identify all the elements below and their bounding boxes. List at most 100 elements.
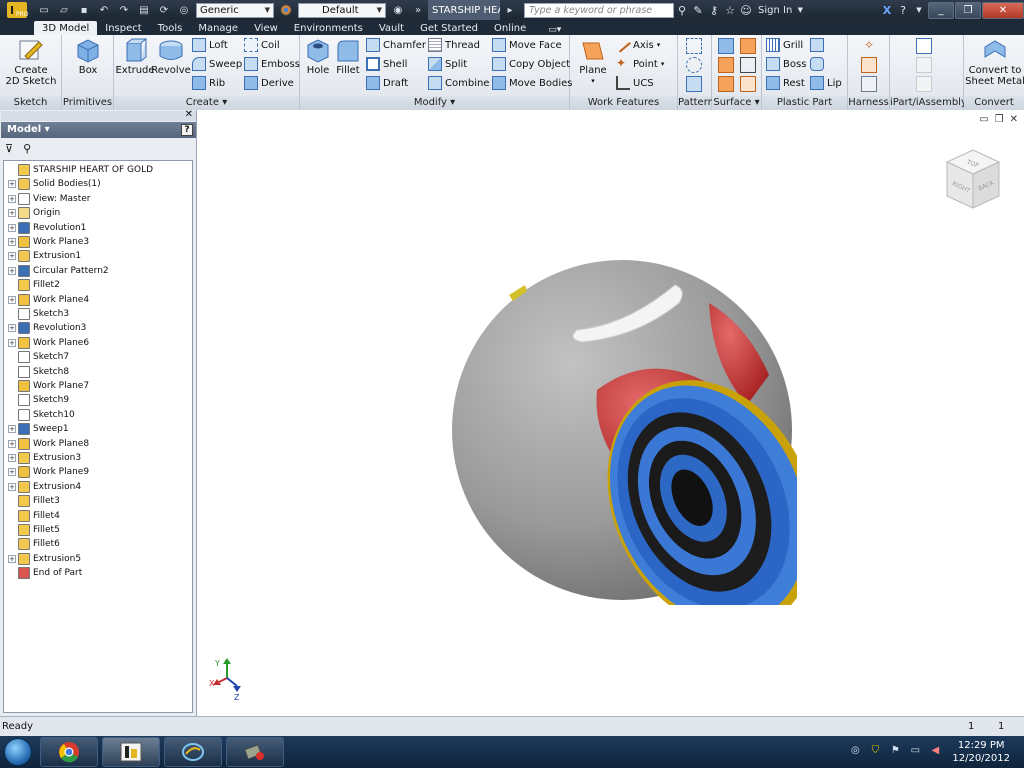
tree-node[interactable]: + Origin — [4, 206, 60, 220]
expand-icon[interactable]: + — [8, 295, 16, 304]
expand-icon[interactable]: + — [8, 238, 16, 246]
create-ipart-icon[interactable] — [916, 38, 932, 54]
axis-button[interactable]: Axis ▾ — [615, 37, 660, 53]
taskbar-vault[interactable] — [164, 737, 222, 767]
taskbar-chrome[interactable] — [40, 737, 98, 767]
appearance-combo[interactable]: Default ▼ — [298, 2, 386, 18]
model-dropdown[interactable]: Model ▾ ? — [1, 122, 196, 138]
close-button[interactable]: ✕ — [982, 1, 1024, 19]
minimize-button[interactable]: _ — [928, 1, 954, 19]
emboss-button[interactable]: Emboss — [244, 56, 300, 72]
browser-close-icon[interactable]: ✕ — [185, 109, 193, 120]
tree-node[interactable]: + Circular Pattern2 — [4, 264, 109, 278]
coil-button[interactable]: Coil — [244, 37, 280, 53]
split-button[interactable]: Split — [428, 56, 467, 72]
tab-view[interactable]: View — [246, 21, 286, 35]
tree-node[interactable]: + Work Plane6 — [4, 336, 89, 350]
rest-button[interactable]: Rest — [766, 75, 805, 91]
viewport-close-icon[interactable]: ✕ — [1010, 114, 1018, 125]
tray-clock[interactable]: 12:29 PM 12/20/2012 — [952, 739, 1010, 765]
thicken-icon[interactable] — [718, 38, 734, 54]
connector-icon[interactable]: ✧ — [861, 38, 877, 54]
undo-icon[interactable]: ↶ — [96, 3, 112, 17]
tab-environments[interactable]: Environments — [286, 21, 371, 35]
help-icon[interactable]: ? — [895, 4, 911, 17]
taskbar-tool[interactable] — [226, 737, 284, 767]
redo-icon[interactable]: ↷ — [116, 3, 132, 17]
move-face-button[interactable]: Move Face — [492, 37, 562, 53]
boss-button[interactable]: Boss — [766, 56, 806, 72]
tools-icon[interactable]: ✎ — [690, 4, 706, 17]
expand-icon[interactable]: + — [8, 338, 16, 347]
extrude-button[interactable]: Extrude — [115, 37, 155, 76]
expand-icon[interactable]: + — [8, 252, 16, 261]
sign-in-link[interactable]: Sign In — [758, 5, 792, 16]
copy-object-button[interactable]: Copy Object — [492, 56, 570, 72]
tree-node[interactable]: Fillet5 — [4, 523, 60, 537]
sweep-button[interactable]: Sweep — [192, 56, 242, 72]
panel-title-create[interactable]: Create ▾ — [114, 96, 299, 110]
tree-node[interactable]: Fillet3 — [4, 494, 60, 508]
properties-icon[interactable]: ◎ — [176, 3, 192, 17]
rule-fillet-button[interactable] — [810, 56, 827, 72]
tray-monitor-icon[interactable]: ▭ — [908, 745, 922, 759]
help-dropdown-icon[interactable]: ▼ — [911, 6, 927, 14]
tab-inspect[interactable]: Inspect — [97, 21, 149, 35]
star-icon[interactable]: ☆ — [722, 4, 738, 17]
expand-icon[interactable]: + — [8, 482, 16, 491]
tray-flag-icon[interactable]: ⚑ — [888, 745, 902, 759]
browser-help-icon[interactable]: ? — [181, 124, 193, 136]
loft-button[interactable]: Loft — [192, 37, 228, 53]
new-icon[interactable]: ▭ — [36, 3, 52, 17]
ribbon-minimize-icon[interactable]: ▭▾ — [548, 25, 561, 35]
panel-title-modify[interactable]: Modify ▾ — [300, 96, 569, 110]
dropdown-icon[interactable]: ▼ — [792, 6, 808, 14]
tree-node[interactable]: End of Part — [4, 566, 82, 580]
draft-button[interactable]: Draft — [366, 75, 408, 91]
tree-node[interactable]: Sketch3 — [4, 307, 69, 321]
open-icon[interactable]: ▱ — [56, 3, 72, 17]
graphics-viewport[interactable]: ▭ ❐ ✕ TOP RIGHT BACK Y X Z — [197, 110, 1024, 716]
find-icon[interactable]: ⚲ — [23, 142, 31, 155]
tree-node[interactable]: Sketch10 — [4, 408, 75, 422]
mirror-icon[interactable] — [686, 76, 702, 92]
tree-node[interactable]: Work Plane7 — [4, 379, 89, 393]
tree-node[interactable]: + Extrusion4 — [4, 480, 81, 494]
tree-node[interactable]: Fillet2 — [4, 278, 60, 292]
snap-fit-button[interactable] — [810, 37, 827, 53]
rectangular-pattern-icon[interactable] — [686, 38, 702, 54]
hole-button[interactable]: Hole — [304, 37, 332, 76]
binoculars-icon[interactable]: ⚲ — [674, 4, 690, 17]
maximize-button[interactable]: ❐ — [955, 1, 981, 19]
tab-get-started[interactable]: Get Started — [412, 21, 486, 35]
expand-icon[interactable]: + — [8, 324, 16, 333]
delete-face-icon[interactable] — [740, 76, 756, 92]
edit-factory-scope-icon[interactable] — [916, 76, 932, 92]
expand-icon[interactable]: + — [8, 454, 16, 462]
tree-node[interactable]: + Work Plane8 — [4, 437, 89, 451]
tree-node[interactable]: Fillet6 — [4, 537, 60, 551]
save-icon[interactable]: ▪ — [76, 3, 92, 17]
globe-icon[interactable]: ◉ — [390, 3, 406, 17]
tree-node[interactable]: + Extrusion5 — [4, 552, 81, 566]
expand-icon[interactable]: + — [8, 266, 16, 275]
stitch-icon[interactable] — [718, 57, 734, 73]
tree-node[interactable]: Sketch9 — [4, 393, 69, 407]
tree-node[interactable]: + View: Master — [4, 192, 91, 206]
viewcube[interactable]: TOP RIGHT BACK — [941, 146, 1005, 218]
tree-node[interactable]: + Sweep1 — [4, 422, 69, 436]
tab-tools[interactable]: Tools — [150, 21, 191, 35]
thread-button[interactable]: Thread — [428, 37, 480, 53]
tree-node[interactable]: Sketch8 — [4, 365, 69, 379]
tree-node[interactable]: + Extrusion1 — [4, 249, 81, 263]
viewport-minimize-icon[interactable]: ▭ — [979, 114, 988, 125]
viewport-restore-icon[interactable]: ❐ — [995, 114, 1004, 125]
create-2d-sketch-button[interactable]: Create 2D Sketch — [6, 37, 56, 87]
tree-node[interactable]: + Revolution3 — [4, 321, 86, 335]
patch-icon[interactable] — [718, 76, 734, 92]
tree-node[interactable]: Fillet4 — [4, 509, 60, 523]
shell-button[interactable]: Shell — [366, 56, 407, 72]
tree-node[interactable]: + Solid Bodies(1) — [4, 177, 101, 191]
tree-node[interactable]: + Work Plane4 — [4, 293, 89, 307]
point-button[interactable]: ✦ Point ▾ — [616, 56, 664, 72]
